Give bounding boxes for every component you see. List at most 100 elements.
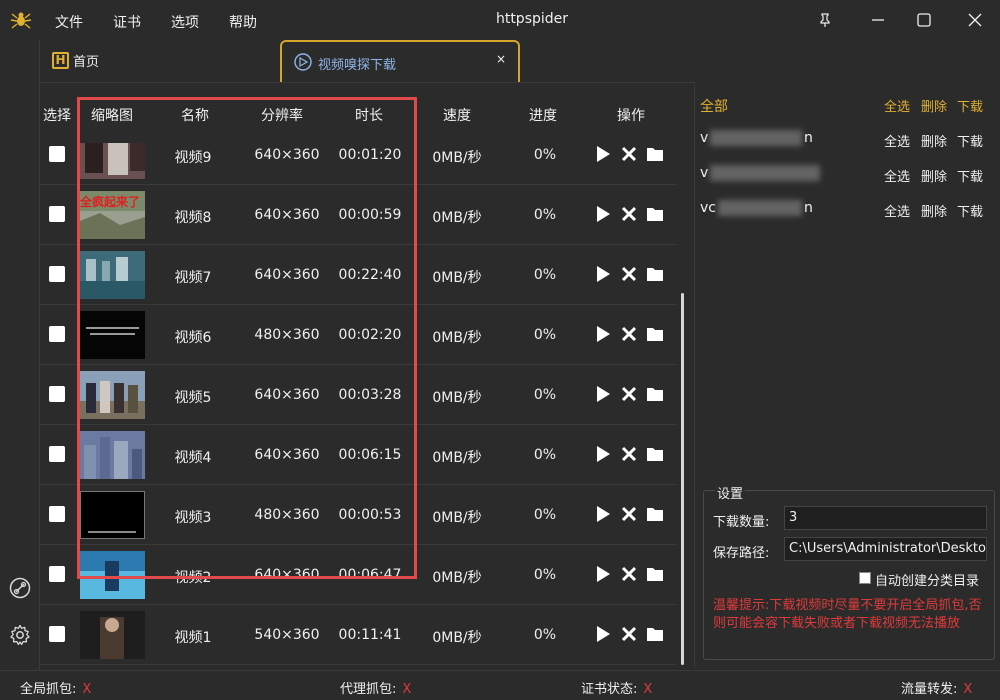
play-icon[interactable]: [594, 565, 612, 583]
gear-icon[interactable]: [9, 624, 31, 646]
row-select-checkbox[interactable]: [49, 446, 65, 462]
delete-icon[interactable]: [620, 325, 638, 343]
menu-options[interactable]: 选项: [171, 12, 199, 32]
folder-icon[interactable]: [646, 385, 664, 403]
delete-icon[interactable]: [620, 625, 638, 643]
save-path-label: 保存路径:: [713, 546, 770, 561]
row-select-checkbox[interactable]: [49, 506, 65, 522]
cell-speed: 0MB/秒: [432, 510, 482, 526]
host-2-delete-button[interactable]: 删除: [921, 166, 947, 185]
menu-help[interactable]: 帮助: [229, 12, 257, 32]
folder-icon[interactable]: [646, 505, 664, 523]
cell-res: 640×360: [254, 147, 320, 163]
play-icon[interactable]: [594, 265, 612, 283]
delete-icon[interactable]: [620, 385, 638, 403]
play-icon[interactable]: [594, 385, 612, 403]
tab-video-sniff-download[interactable]: 视频嗅探下载 ×: [280, 40, 520, 82]
folder-icon[interactable]: [646, 205, 664, 223]
close-icon: [968, 13, 982, 27]
host-3-select-all-button[interactable]: 全选: [884, 201, 910, 220]
host-1-download-button[interactable]: 下载: [957, 131, 983, 150]
video-thumbnail: [80, 311, 145, 359]
header-speed: 速度: [443, 108, 471, 124]
delete-icon[interactable]: [620, 145, 638, 163]
host-2-download-button[interactable]: 下载: [957, 166, 983, 185]
play-icon[interactable]: [594, 625, 612, 643]
play-icon[interactable]: [594, 145, 612, 163]
row-select-checkbox[interactable]: [49, 566, 65, 582]
folder-icon[interactable]: [646, 625, 664, 643]
tab-home[interactable]: H 首页: [52, 48, 99, 72]
row-select-checkbox[interactable]: [49, 266, 65, 282]
cell-progress: 0%: [533, 207, 557, 223]
video-table: 视频9 640×360 00:01:20 0MB/秒 0% 全疯起来了 视频8 640×360…: [40, 83, 677, 668]
delete-icon[interactable]: [620, 565, 638, 583]
play-icon[interactable]: [594, 445, 612, 463]
minimize-button[interactable]: [866, 8, 890, 32]
cell-name: 视频3: [174, 510, 212, 526]
delete-icon[interactable]: [620, 445, 638, 463]
host-3-delete-button[interactable]: 删除: [921, 201, 947, 220]
row-select-checkbox[interactable]: [49, 386, 65, 402]
pin-button[interactable]: [813, 8, 837, 32]
header-thumbnail: 缩略图: [91, 108, 133, 124]
menu-file[interactable]: 文件: [55, 12, 83, 32]
maximize-button[interactable]: [912, 8, 936, 32]
host-item-2[interactable]: v: [700, 165, 708, 181]
folder-icon[interactable]: [646, 445, 664, 463]
cell-res: 640×360: [254, 447, 320, 463]
row-select-checkbox[interactable]: [49, 146, 65, 162]
header-progress: 进度: [529, 108, 557, 124]
host-item-3[interactable]: vc: [700, 200, 716, 216]
cell-res: 480×360: [254, 507, 320, 523]
video-thumbnail: [80, 551, 145, 599]
tab-close-icon[interactable]: ×: [496, 52, 506, 66]
table-row: 视频6 480×360 00:02:20 0MB/秒 0%: [40, 305, 677, 365]
row-select-checkbox[interactable]: [49, 206, 65, 222]
play-icon[interactable]: [594, 205, 612, 223]
thumbnail-caption: 全疯起来了: [80, 195, 141, 209]
cell-dur: 00:11:41: [338, 627, 402, 643]
play-icon[interactable]: [594, 505, 612, 523]
host-1-select-all-button[interactable]: 全选: [884, 131, 910, 150]
cell-dur: 00:00:53: [338, 507, 402, 523]
download-count-input[interactable]: 3: [784, 506, 987, 530]
menu-certificate[interactable]: 证书: [113, 12, 141, 32]
cell-name: 视频4: [174, 450, 212, 466]
all-delete-button[interactable]: 删除: [921, 96, 947, 115]
auto-create-dir-checkbox[interactable]: [859, 572, 871, 584]
row-select-checkbox[interactable]: [49, 326, 65, 342]
host-1-delete-button[interactable]: 删除: [921, 131, 947, 150]
cell-speed: 0MB/秒: [432, 330, 482, 346]
close-button[interactable]: [963, 8, 987, 32]
cell-speed: 0MB/秒: [432, 150, 482, 166]
home-logo-icon: H: [52, 51, 69, 69]
host-item-1-suffix: n: [804, 130, 813, 146]
play-icon[interactable]: [594, 325, 612, 343]
cell-speed: 0MB/秒: [432, 390, 482, 406]
cell-dur: 00:06:15: [338, 447, 402, 463]
folder-icon[interactable]: [646, 265, 664, 283]
settings-title: 设置: [715, 483, 746, 502]
table-row: 全疯起来了 视频8 640×360 00:00:59 0MB/秒 0%: [40, 185, 677, 245]
delete-icon[interactable]: [620, 505, 638, 523]
status-traffic-forward: 流量转发: X: [901, 682, 973, 697]
row-select-checkbox[interactable]: [49, 626, 65, 642]
host-3-download-button[interactable]: 下载: [957, 201, 983, 220]
host-2-select-all-button[interactable]: 全选: [884, 166, 910, 185]
folder-icon[interactable]: [646, 145, 664, 163]
host-item-1[interactable]: v: [700, 130, 708, 146]
delete-icon[interactable]: [620, 205, 638, 223]
delete-icon[interactable]: [620, 265, 638, 283]
cell-res: 640×360: [254, 567, 320, 583]
folder-icon[interactable]: [646, 565, 664, 583]
cell-dur: 00:03:28: [338, 387, 402, 403]
link-icon[interactable]: [9, 577, 31, 599]
save-path-input[interactable]: C:\Users\Administrator\Desktop\新: [784, 537, 987, 561]
table-scrollbar-thumb[interactable]: [681, 293, 684, 665]
folder-icon[interactable]: [646, 325, 664, 343]
video-thumbnail: 全疯起来了: [80, 191, 145, 239]
all-hosts-label[interactable]: 全部: [700, 96, 728, 116]
all-select-all-button[interactable]: 全选: [884, 96, 910, 115]
all-download-button[interactable]: 下载: [957, 96, 983, 115]
